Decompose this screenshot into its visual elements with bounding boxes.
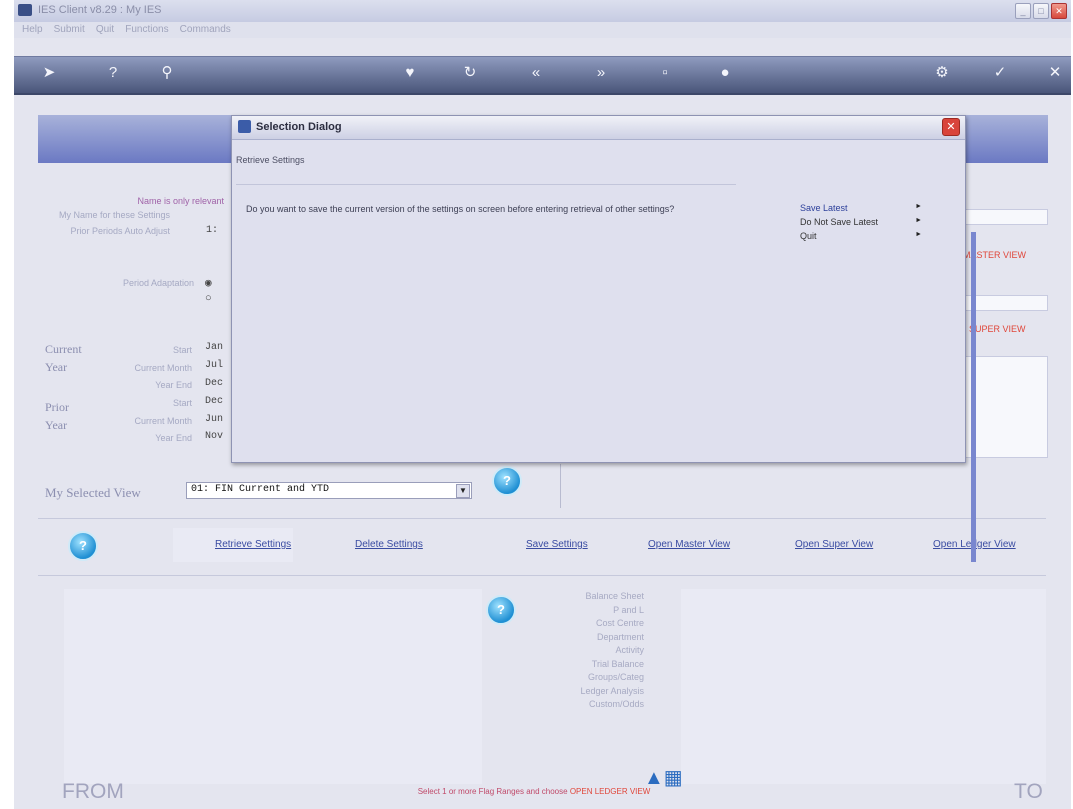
prior-start-label: Start xyxy=(172,398,192,408)
footer-note-link[interactable]: OPEN LEDGER VIEW xyxy=(570,787,650,796)
to-panel[interactable] xyxy=(681,589,1046,784)
menu-commands[interactable]: Commands xyxy=(180,22,231,38)
prior-end-value[interactable]: Nov xyxy=(205,431,223,442)
forward-icon[interactable]: » xyxy=(590,63,612,83)
cur-start-value[interactable]: Jan xyxy=(205,342,223,353)
footer-note-text: Select 1 or more Flag Ranges and choose xyxy=(417,787,568,796)
circle-icon[interactable]: ● xyxy=(714,63,736,83)
option-label: Do Not Save Latest xyxy=(800,217,879,227)
flag-item[interactable]: Activity xyxy=(534,644,644,658)
save-latest-option[interactable]: Save Latest ► xyxy=(800,203,930,213)
arrow-right-icon: ► xyxy=(915,231,922,238)
flag-list: Balance Sheet P and L Cost Centre Depart… xyxy=(534,590,644,712)
do-not-save-latest-option[interactable]: Do Not Save Latest ► xyxy=(800,217,930,227)
app-window: IES Client v8.29 : My IES _ □ ✕ Help Sub… xyxy=(14,0,1071,809)
view-select[interactable]: 01: FIN Current and YTD ▼ xyxy=(186,482,472,499)
close-icon[interactable]: ✕ xyxy=(942,118,960,136)
cur-end-label: Year End xyxy=(155,380,192,390)
prior-adjust-label: Prior Periods Auto Adjust xyxy=(70,226,170,236)
cur-start-label: Start xyxy=(172,345,192,355)
check-icon[interactable]: ✓ xyxy=(989,63,1011,83)
heart-icon[interactable]: ♥ xyxy=(399,63,421,83)
title-bar: IES Client v8.29 : My IES _ □ ✕ xyxy=(14,0,1071,23)
close-window-icon[interactable]: ✕ xyxy=(1051,3,1067,19)
help-icon[interactable]: ? xyxy=(102,63,124,83)
open-master-view-link[interactable]: Open Master View xyxy=(648,539,730,550)
prior-start-value[interactable]: Dec xyxy=(205,396,223,407)
open-super-view-link[interactable]: Open Super View xyxy=(795,539,873,550)
menu-bar: Help Submit Quit Functions Commands xyxy=(14,22,1071,38)
back-icon[interactable]: « xyxy=(525,63,547,83)
quit-option[interactable]: Quit ► xyxy=(800,231,930,241)
option-label: Quit xyxy=(800,231,817,241)
help-icon[interactable]: ? xyxy=(68,531,98,561)
dialog-subtitle: Retrieve Settings xyxy=(236,155,305,165)
chevron-down-icon[interactable]: ▼ xyxy=(456,484,470,498)
to-label: TO xyxy=(1014,780,1043,803)
menu-functions[interactable]: Functions xyxy=(125,22,168,38)
flag-item[interactable]: Custom/Odds xyxy=(534,698,644,712)
flag-item[interactable]: Groups/Categ xyxy=(534,671,644,685)
from-label: FROM xyxy=(62,780,124,803)
arrow-right-icon: ► xyxy=(915,203,922,210)
cur-month-label: Current Month xyxy=(134,363,192,373)
search-icon[interactable]: ⚲ xyxy=(156,63,178,83)
flag-item[interactable]: Cost Centre xyxy=(534,617,644,631)
dialog-title-bar: Selection Dialog ✕ xyxy=(232,116,965,140)
cur-month-value[interactable]: Jul xyxy=(205,360,223,371)
footer-note: Select 1 or more Flag Ranges and choose … xyxy=(314,787,754,796)
flag-item[interactable]: P and L xyxy=(534,604,644,618)
menu-help[interactable]: Help xyxy=(22,22,43,38)
toolbar: ➤ ? ⚲ ♥ ↻ « » ▫ ● ⚙ ✓ ✕ xyxy=(14,56,1071,95)
arrow-right-icon: ► xyxy=(915,217,922,224)
save-settings-link[interactable]: Save Settings xyxy=(526,539,588,550)
maximize-icon[interactable]: □ xyxy=(1033,3,1049,19)
period-radio-1[interactable]: ◉ xyxy=(205,276,212,290)
app-icon xyxy=(238,120,251,133)
gear-icon[interactable]: ⚙ xyxy=(931,63,953,83)
dialog-accent-bar xyxy=(971,232,976,562)
selection-dialog: Selection Dialog ✕ Retrieve Settings Do … xyxy=(231,115,976,562)
period-radio-2[interactable]: ○ xyxy=(205,293,212,305)
current-year-label: Year xyxy=(45,360,68,374)
delete-settings-link[interactable]: Delete Settings xyxy=(355,539,423,550)
close-icon[interactable]: ✕ xyxy=(1044,63,1066,83)
option-label: Save Latest xyxy=(800,203,848,213)
prior-year-label: Year xyxy=(45,418,68,432)
view-select-value: 01: FIN Current and YTD xyxy=(191,484,330,495)
current-label: Current xyxy=(45,342,82,356)
period-adaptation-label: Period Adaptation xyxy=(122,278,194,288)
prior-adjust-value[interactable]: 1: xyxy=(206,225,218,236)
menu-submit[interactable]: Submit xyxy=(54,22,85,38)
prior-end-label: Year End xyxy=(155,433,192,443)
dialog-title: Selection Dialog xyxy=(256,121,342,133)
cur-end-value[interactable]: Dec xyxy=(205,378,223,389)
window-title: IES Client v8.29 : My IES xyxy=(38,4,162,16)
divider xyxy=(560,464,561,508)
arrow-right-icon[interactable]: ➤ xyxy=(38,63,60,83)
retrieve-settings-link[interactable]: Retrieve Settings xyxy=(215,539,291,550)
menu-quit[interactable]: Quit xyxy=(96,22,114,38)
app-icon xyxy=(18,4,32,16)
prior-label: Prior xyxy=(45,400,69,414)
minimize-icon[interactable]: _ xyxy=(1015,3,1031,19)
flag-item[interactable]: Ledger Analysis xyxy=(534,685,644,699)
help-icon[interactable]: ? xyxy=(492,466,522,496)
flag-item[interactable]: Balance Sheet xyxy=(534,590,644,604)
name-label: My Name for these Settings xyxy=(58,210,170,220)
stop-icon[interactable]: ▫ xyxy=(654,63,676,83)
refresh-icon[interactable]: ↻ xyxy=(459,63,481,83)
divider xyxy=(38,518,1046,519)
prior-month-label: Current Month xyxy=(134,416,192,426)
dialog-question: Do you want to save the current version … xyxy=(246,204,675,214)
from-panel[interactable] xyxy=(64,589,482,784)
help-icon[interactable]: ? xyxy=(486,595,516,625)
divider xyxy=(38,575,1046,576)
flag-item[interactable]: Trial Balance xyxy=(534,658,644,672)
name-note: Name is only relevant xyxy=(137,196,224,206)
my-view-label: My Selected View xyxy=(45,485,141,500)
flag-item[interactable]: Department xyxy=(534,631,644,645)
divider xyxy=(236,184,736,185)
prior-month-value[interactable]: Jun xyxy=(205,414,223,425)
